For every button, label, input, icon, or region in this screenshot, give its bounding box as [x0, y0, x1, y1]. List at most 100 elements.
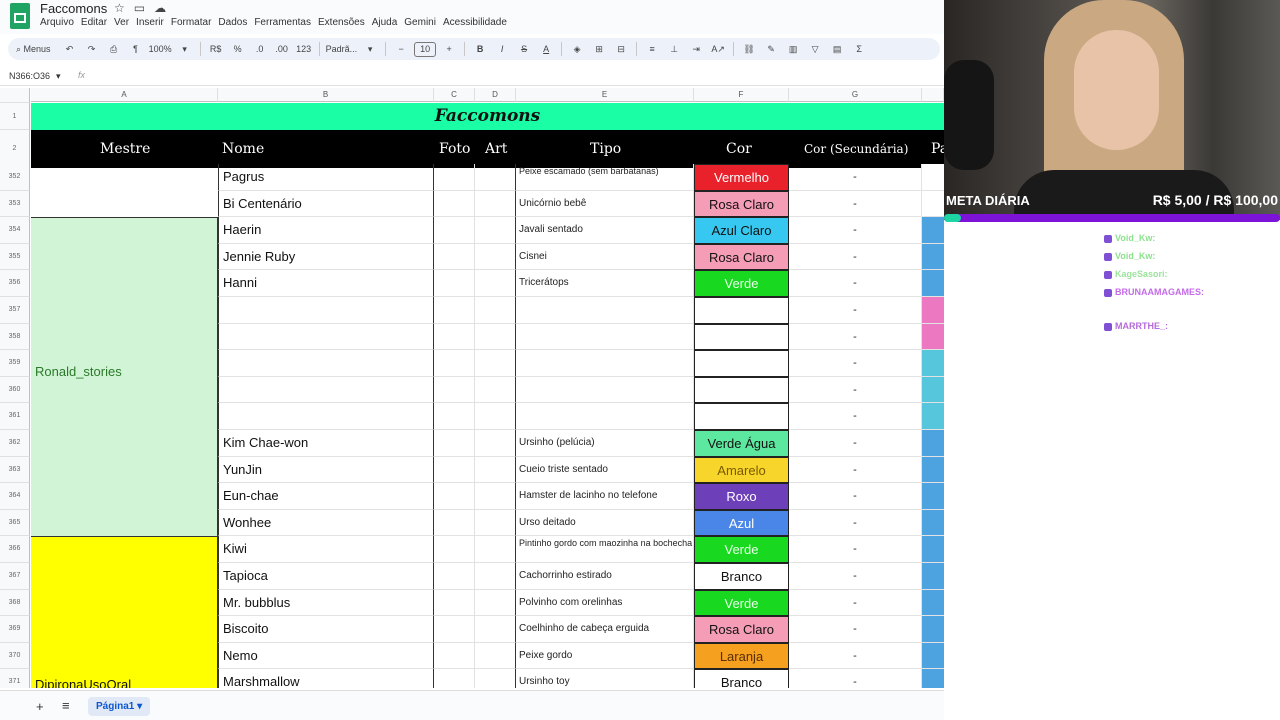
nome-cell[interactable]: Kim Chae-won [218, 430, 434, 457]
menu-item-ver[interactable]: Ver [114, 17, 129, 28]
pa-cell[interactable] [922, 164, 944, 191]
cor-cell[interactable]: Branco [694, 669, 789, 688]
tipo-cell[interactable]: Urso deitado [516, 509, 694, 537]
cor-secundaria-cell[interactable]: - [789, 563, 922, 590]
cor-cell[interactable]: Azul [694, 509, 789, 537]
cor-secundaria-cell[interactable]: - [789, 536, 922, 563]
row-header[interactable]: 356 [0, 270, 30, 297]
menu-item-arquivo[interactable]: Arquivo [40, 17, 74, 28]
paint-format-icon[interactable]: ¶ [127, 40, 145, 58]
pa-cell[interactable]: Azul [922, 217, 944, 244]
cor-secundaria-cell[interactable]: - [789, 270, 922, 297]
cor-secundaria-cell[interactable]: - [789, 243, 922, 271]
nome-cell[interactable]: Biscoito [218, 616, 434, 643]
pa-cell[interactable]: Azul [922, 430, 944, 457]
menu-item-ajuda[interactable]: Ajuda [372, 17, 398, 28]
tipo-cell[interactable]: Unicórnio bebê [516, 190, 694, 218]
nome-cell[interactable]: Wonhee [218, 509, 434, 537]
nome-cell[interactable]: Marshmallow [218, 669, 434, 688]
art-cell[interactable] [475, 483, 516, 510]
row-header[interactable]: 363 [0, 456, 30, 484]
pa-cell[interactable]: Azul [922, 589, 944, 617]
art-cell[interactable] [475, 190, 516, 218]
art-cell[interactable] [475, 376, 516, 404]
menu-item-editar[interactable]: Editar [81, 17, 107, 28]
row-header[interactable]: 358 [0, 323, 30, 351]
strikethrough-icon[interactable]: S [515, 40, 533, 58]
art-cell[interactable] [475, 350, 516, 377]
bold-icon[interactable]: B [471, 40, 489, 58]
cor-secundaria-cell[interactable]: - [789, 376, 922, 404]
row-header[interactable]: 2 [0, 130, 30, 168]
column-header-g[interactable]: G [789, 88, 922, 102]
cor-secundaria-cell[interactable]: - [789, 350, 922, 377]
corner-cell[interactable] [0, 88, 30, 103]
tipo-cell[interactable]: Coelhinho de cabeça erguida [516, 616, 694, 643]
decrease-decimal-button[interactable]: .0 [251, 40, 269, 58]
header-cor[interactable]: Cor [726, 130, 752, 168]
nome-cell[interactable]: Haerin [218, 217, 434, 244]
column-header-d[interactable]: D [475, 88, 516, 102]
nome-cell[interactable]: Bi Centenário [218, 190, 434, 218]
nome-cell[interactable]: Jennie Ruby [218, 243, 434, 271]
cor-cell[interactable]: Verde [694, 536, 789, 563]
header-art[interactable]: Art [485, 130, 507, 168]
tipo-cell[interactable]: Hamster de lacinho no telefone [516, 483, 694, 510]
menu-item-dados[interactable]: Dados [218, 17, 247, 28]
font-size-input[interactable]: 10 [414, 41, 437, 57]
nome-cell[interactable]: Pagrus [218, 164, 434, 191]
foto-cell[interactable] [434, 350, 475, 377]
nome-cell[interactable]: Eun-chae [218, 483, 434, 510]
art-cell[interactable] [475, 536, 516, 563]
pa-cell[interactable]: Azul [922, 376, 944, 404]
name-box[interactable]: N366:O36 [9, 71, 50, 81]
row-header[interactable]: 369 [0, 616, 30, 643]
cor-cell[interactable]: Amarelo [694, 456, 789, 484]
cor-cell[interactable] [694, 376, 789, 404]
cor-cell[interactable]: Verde [694, 270, 789, 297]
undo-icon[interactable]: ↶ [61, 40, 79, 58]
header-nome[interactable]: Nome [222, 130, 264, 168]
art-cell[interactable] [475, 217, 516, 244]
pa-cell[interactable]: Azul [922, 403, 944, 430]
sheet-tab-pagina1[interactable]: Página1 ▾ [88, 697, 151, 716]
cor-cell[interactable]: Vermelho [694, 164, 789, 191]
art-cell[interactable] [475, 270, 516, 297]
all-sheets-icon[interactable]: ≡ [62, 698, 70, 713]
currency-format-button[interactable]: R$ [207, 40, 225, 58]
insert-chart-icon[interactable]: ▥ [784, 40, 802, 58]
pa-cell[interactable]: Azul [922, 509, 944, 537]
print-icon[interactable]: ⎙ [105, 40, 123, 58]
filter-views-icon[interactable]: ▤ [828, 40, 846, 58]
pa-cell[interactable]: Azul [922, 642, 944, 670]
increase-decimal-button[interactable]: .00 [273, 40, 291, 58]
foto-cell[interactable] [434, 190, 475, 218]
nome-cell[interactable] [218, 323, 434, 351]
row-header[interactable]: 366 [0, 536, 30, 563]
vertical-align-icon[interactable]: ⊥ [665, 40, 683, 58]
tipo-cell[interactable]: Tricerátops [516, 270, 694, 297]
pa-cell[interactable]: Azul [922, 483, 944, 510]
text-wrap-icon[interactable]: ⇥ [687, 40, 705, 58]
tipo-cell[interactable]: Javali sentado [516, 217, 694, 244]
cor-cell[interactable] [694, 297, 789, 324]
cloud-status-icon[interactable]: ☁ [154, 1, 175, 15]
cor-secundaria-cell[interactable]: - [789, 642, 922, 670]
foto-cell[interactable] [434, 243, 475, 271]
art-cell[interactable] [475, 297, 516, 324]
fill-color-icon[interactable]: ◈ [568, 40, 586, 58]
sheets-logo-icon[interactable] [10, 3, 30, 29]
row-header[interactable]: 360 [0, 376, 30, 404]
cor-cell[interactable]: Rosa Claro [694, 243, 789, 271]
chevron-down-icon[interactable]: ▾ [56, 71, 61, 82]
text-color-icon[interactable]: A [537, 40, 555, 58]
font-select[interactable]: Padrã... [326, 40, 358, 58]
foto-cell[interactable] [434, 403, 475, 430]
zoom-select[interactable]: 100% [149, 40, 172, 58]
move-folder-icon[interactable]: ▭ [134, 1, 154, 15]
cor-cell[interactable] [694, 403, 789, 430]
cor-cell[interactable] [694, 350, 789, 377]
functions-icon[interactable]: Σ [850, 40, 868, 58]
nome-cell[interactable]: Kiwi [218, 536, 434, 563]
foto-cell[interactable] [434, 456, 475, 484]
